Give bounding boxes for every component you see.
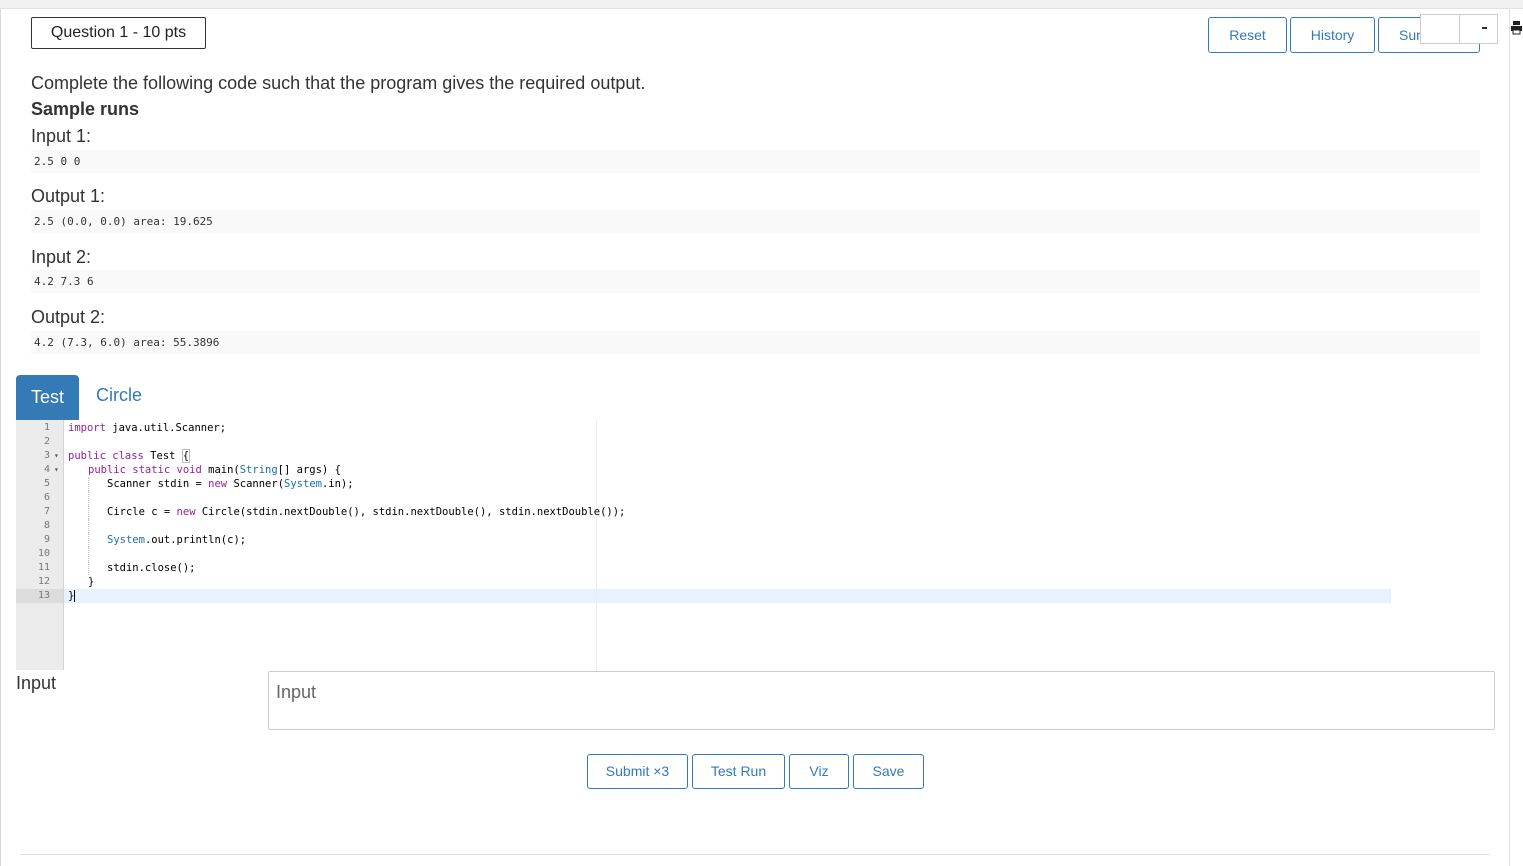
indent-guide (88, 561, 89, 575)
tab-test[interactable]: Test (16, 375, 79, 420)
gutter-line-active: 13 (16, 589, 63, 603)
active-line-highlight (64, 589, 1391, 603)
sample-input-1-code: 2.5 0 0 (31, 150, 1480, 173)
collapse-control[interactable] (1459, 14, 1498, 44)
gutter-line: 10 (37, 548, 50, 559)
viz-button[interactable]: Viz (789, 754, 849, 789)
reset-button[interactable]: Reset (1208, 17, 1287, 53)
code-line: import java.util.Scanner; (68, 422, 227, 434)
question-prompt: Complete the following code such that th… (31, 73, 646, 93)
gutter-line: 1 (43, 422, 50, 433)
sample-output-2-code: 4.2 (7.3, 6.0) area: 55.3896 (31, 331, 1480, 354)
gutter-line: 6 (43, 492, 50, 503)
gutter-line: 9 (43, 534, 50, 545)
code-line: Circle c = new Circle(stdin.nextDouble()… (107, 506, 626, 518)
code-line: public class Test { (68, 449, 191, 463)
frame-right-border (1509, 9, 1510, 866)
indent-guide (88, 477, 89, 491)
gutter-line: 3 ▾ (43, 449, 59, 463)
submit-button[interactable]: Submit ×3 (587, 754, 688, 789)
code-editor[interactable]: 1 2 3 ▾ 4 ▾ 5 6 7 8 9 10 11 12 13 import j… (16, 420, 1500, 670)
program-input-field[interactable] (268, 671, 1495, 730)
code-line: } (68, 590, 76, 602)
bottom-divider (20, 854, 1490, 855)
code-line: System.out.println(c); (107, 534, 247, 546)
fold-toggle-icon[interactable]: ▾ (54, 449, 59, 463)
sample-input-2-code: 4.2 7.3 6 (31, 270, 1480, 293)
print-margin-line (596, 420, 597, 670)
sample-output-1-code: 2.5 (0.0, 0.0) area: 19.625 (31, 210, 1480, 233)
question-badge: Question 1 - 10 pts (31, 17, 206, 49)
fold-toggle-icon[interactable]: ▾ (54, 463, 59, 477)
text-cursor (74, 590, 76, 602)
gutter-line: 2 (43, 436, 50, 447)
indent-guide (88, 533, 89, 547)
sample-input-2-label: Input 2: (31, 247, 92, 267)
indent-guide (88, 547, 89, 561)
gutter-line: 7 (43, 506, 50, 517)
editor-gutter: 1 2 3 ▾ 4 ▾ 5 6 7 8 9 10 11 12 13 (16, 420, 64, 670)
frame-left-border (0, 9, 1, 866)
gutter-line: 4 ▾ (43, 463, 59, 477)
sample-output-2-label: Output 2: (31, 307, 106, 327)
printer-icon[interactable] (1510, 21, 1523, 35)
sample-output-1-label: Output 1: (31, 186, 106, 206)
gutter-line: 8 (43, 520, 50, 531)
code-line: public static void main(String[] args) { (88, 464, 341, 476)
gutter-line: 12 (37, 576, 50, 587)
browser-top-strip (0, 0, 1523, 9)
test-run-button[interactable]: Test Run (692, 754, 785, 789)
indent-guide (88, 505, 89, 519)
tab-circle[interactable]: Circle (96, 385, 142, 406)
code-line: } (88, 576, 95, 588)
save-button[interactable]: Save (853, 754, 924, 789)
corner-box-left (1420, 14, 1460, 44)
code-line: Scanner stdin = new Scanner(System.in); (107, 478, 354, 490)
gutter-line: 5 (43, 478, 50, 489)
sample-input-1-label: Input 1: (31, 126, 92, 146)
code-line: stdin.close(); (107, 562, 196, 574)
indent-guide (88, 519, 89, 533)
input-label: Input (16, 673, 57, 693)
history-button[interactable]: History (1290, 17, 1375, 53)
minus-icon (1482, 27, 1487, 29)
sample-runs-title: Sample runs (31, 99, 140, 119)
gutter-line: 11 (37, 562, 50, 573)
indent-guide (88, 491, 89, 505)
